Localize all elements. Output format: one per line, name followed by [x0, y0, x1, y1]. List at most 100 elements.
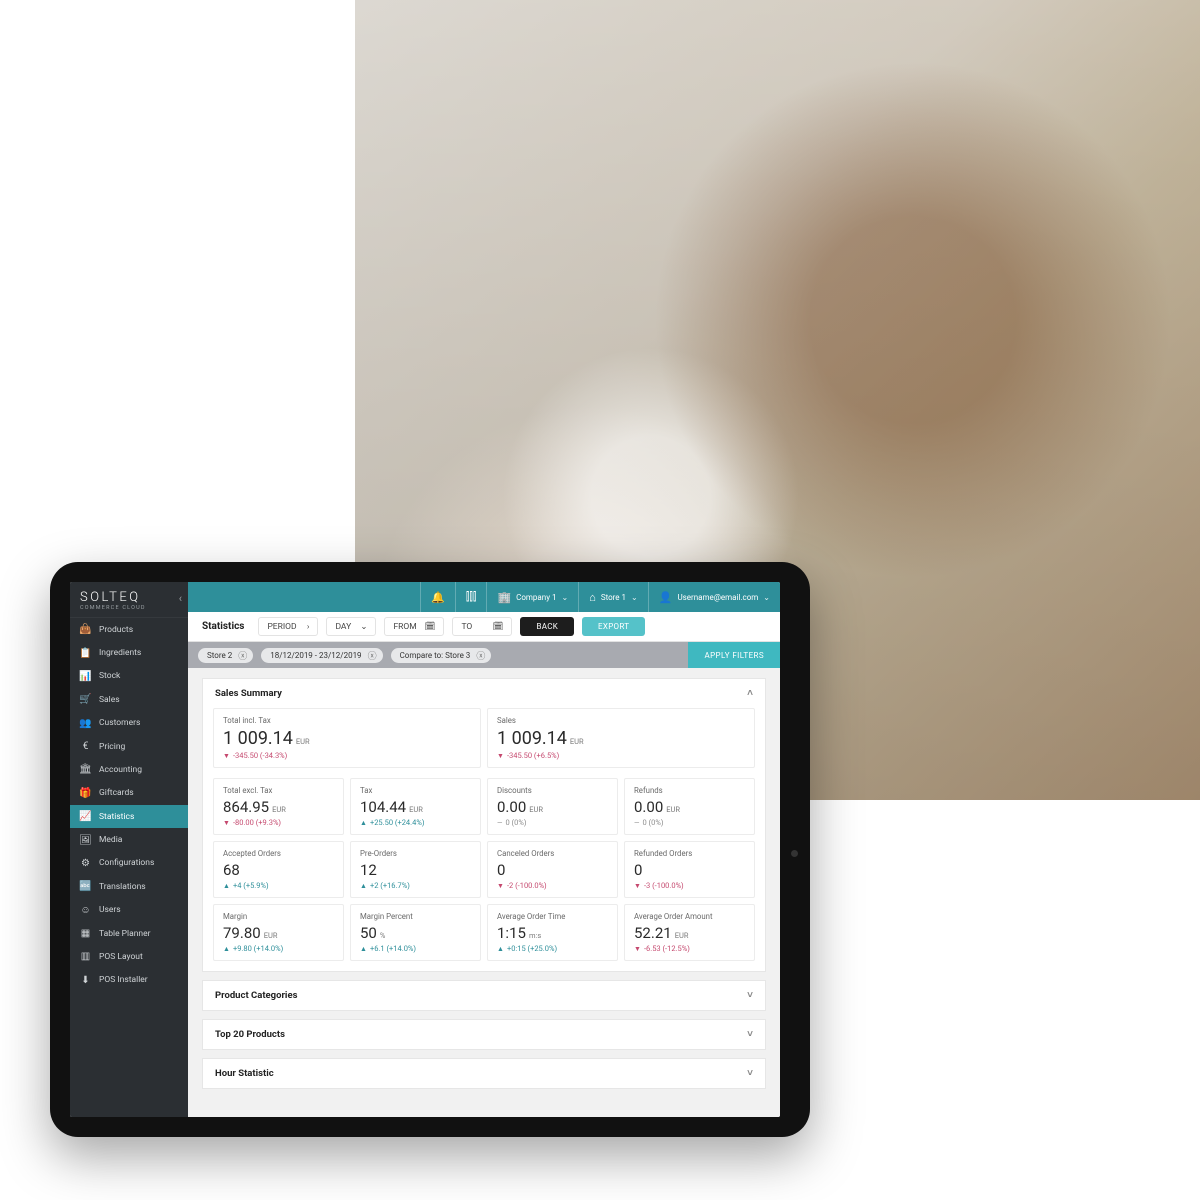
day-selector[interactable]: DAY ⌄: [326, 617, 376, 636]
sales-summary-header[interactable]: Sales Summary ˄: [203, 679, 765, 708]
filter-chip[interactable]: 18/12/2019 - 23/12/2019 ⓧ: [261, 648, 382, 663]
filter-chip-label: Store 2: [207, 651, 232, 660]
sidebar-item-label: Configurations: [99, 858, 154, 868]
sidebar-item-media[interactable]: 🖼Media: [70, 828, 188, 851]
panel-title: Top 20 Products: [215, 1029, 285, 1040]
metric-delta: ▲ +6.1 (+14.0%): [360, 944, 471, 953]
from-date-field[interactable]: FROM 🗓: [384, 617, 444, 636]
metric-label: Discounts: [497, 786, 608, 795]
sidebar-item-accounting[interactable]: 🏛Accounting: [70, 758, 188, 781]
sidebar-item-label: Users: [99, 905, 121, 915]
period-selector[interactable]: PERIOD ›: [258, 617, 318, 636]
sidebar-item-stock[interactable]: 📊Stock: [70, 665, 188, 688]
notifications-button[interactable]: 🔔: [420, 582, 455, 612]
filter-chip-label: 18/12/2019 - 23/12/2019: [270, 651, 361, 660]
triangle-down-icon: ▼: [634, 882, 641, 890]
tableplanner-icon: ▦: [80, 928, 91, 939]
metric-value: 1:15m:s: [497, 924, 608, 942]
sidebar-item-table-planner[interactable]: ▦Table Planner: [70, 922, 188, 945]
sidebar-item-label: Giftcards: [99, 788, 134, 798]
metric-card: Tax 104.44EUR ▲ +25.50 (+24.4%): [350, 778, 481, 835]
back-button[interactable]: BACK: [520, 617, 574, 636]
filter-chip[interactable]: Store 2 ⓧ: [198, 648, 253, 663]
metric-card: Accepted Orders68▲ +4 (+5.9%): [213, 841, 344, 898]
metric-delta: ▲ +25.50 (+24.4%): [360, 818, 471, 827]
metric-label: Average Order Time: [497, 912, 608, 921]
metric-label: Accepted Orders: [223, 849, 334, 858]
sidebar-item-users[interactable]: ☺Users: [70, 899, 188, 922]
metric-delta: ▲ +0:15 (+25.0%): [497, 944, 608, 953]
sidebar-nav: 👜Products📋Ingredients📊Stock🛒Sales👥Custom…: [70, 618, 188, 1117]
sidebar-item-label: Pricing: [99, 742, 125, 752]
page-title: Statistics: [188, 621, 258, 632]
metric-value: 52.21EUR: [634, 924, 745, 942]
sidebar-item-label: Statistics: [99, 812, 134, 822]
panel-header[interactable]: Product Categories˅: [203, 981, 765, 1010]
sidebar-item-giftcards[interactable]: 🎁 Giftcards: [70, 782, 188, 805]
sidebar-item-sales[interactable]: 🛒Sales: [70, 688, 188, 711]
filter-chip[interactable]: Compare to: Store 3ⓧ: [391, 648, 492, 663]
sidebar-item-label: Translations: [99, 882, 146, 892]
collapsed-panel: Top 20 Products˅: [202, 1019, 766, 1050]
sidebar-item-customers[interactable]: 👥Customers: [70, 712, 188, 735]
metric-label: Average Order Amount: [634, 912, 745, 921]
metric-card: Refunds0.00EUR— 0 (0%): [624, 778, 755, 835]
tablet-frame: SOLTEQ COMMERCE CLOUD ‹ 👜Products📋Ingred…: [50, 562, 810, 1137]
store-selector[interactable]: ⌂ Store 1 ⌄: [578, 582, 648, 612]
apply-filters-button[interactable]: APPLY FILTERS: [688, 642, 780, 668]
metric-value: 0.00EUR: [497, 798, 608, 816]
triangle-down-icon: ▼: [497, 882, 504, 890]
cart-icon: 🛒: [80, 694, 91, 705]
metric-label: Margin Percent: [360, 912, 471, 921]
sidebar-item-ingredients[interactable]: 📋Ingredients: [70, 641, 188, 664]
sales-summary-panel: Sales Summary ˄ Total incl. Tax1 009.14E…: [202, 678, 766, 972]
company-selector[interactable]: 🏢 Company 1 ⌄: [486, 582, 578, 612]
metric-card: Sales1 009.14EUR▼ -345.50 (+6.5%): [487, 708, 755, 768]
tablet-camera: [791, 850, 798, 857]
metric-card: Margin79.80EUR▲ +9.80 (+14.0%): [213, 904, 344, 961]
metric-label: Pre-Orders: [360, 849, 471, 858]
bag-icon: 👜: [80, 624, 91, 635]
stock-icon: 📊: [80, 671, 91, 682]
dash-icon: —: [497, 819, 502, 827]
close-icon[interactable]: ⓧ: [238, 649, 247, 662]
close-icon[interactable]: ⓧ: [476, 649, 485, 662]
sidebar-item-products[interactable]: 👜Products: [70, 618, 188, 641]
metric-value: 50%: [360, 924, 471, 942]
sidebar-item-pos-installer[interactable]: ⬇POS Installer: [70, 969, 188, 992]
company-label: Company 1: [516, 593, 556, 602]
sidebar-item-translations[interactable]: 🔤Translations: [70, 875, 188, 898]
to-date-field[interactable]: TO 🗓: [452, 617, 512, 636]
panel-header[interactable]: Hour Statistic˅: [203, 1059, 765, 1088]
configurations-icon: ⚙: [80, 858, 91, 869]
metric-label: Tax: [360, 786, 471, 795]
sidebar-collapse-icon[interactable]: ‹: [179, 592, 182, 605]
giftcards-icon: 🎁: [80, 788, 91, 799]
export-button[interactable]: EXPORT: [582, 617, 645, 636]
store-label: Store 1: [601, 593, 626, 602]
sidebar-item-label: Accounting: [99, 765, 142, 775]
dash-icon: —: [634, 819, 639, 827]
sidebar-item-statistics[interactable]: 📈Statistics: [70, 805, 188, 828]
sidebar-item-label: POS Installer: [99, 975, 148, 985]
sidebar-item-pricing[interactable]: €Pricing: [70, 735, 188, 758]
metric-card: Refunded Orders0▼ -3 (-100.0%): [624, 841, 755, 898]
poslayout-icon: ▥: [80, 951, 91, 962]
sidebar-item-configurations[interactable]: ⚙ Configurations: [70, 852, 188, 875]
day-label: DAY: [335, 622, 351, 632]
metric-label: Refunded Orders: [634, 849, 745, 858]
sidebar-item-pos-layout[interactable]: ▥POS Layout: [70, 945, 188, 968]
chevron-right-icon: ›: [307, 622, 310, 632]
sidebar-item-label: Customers: [99, 718, 140, 728]
metric-label: Sales: [497, 716, 745, 725]
barcode-button[interactable]: ⫿⫿⫿: [455, 582, 487, 612]
metric-card: Discounts0.00EUR— 0 (0%): [487, 778, 618, 835]
user-menu[interactable]: 👤 Username@email.com ⌄: [648, 582, 780, 612]
content-scroll[interactable]: Sales Summary ˄ Total incl. Tax1 009.14E…: [188, 668, 780, 1117]
panel-header[interactable]: Top 20 Products˅: [203, 1020, 765, 1049]
metric-delta: ▲ +9.80 (+14.0%): [223, 944, 334, 953]
close-icon[interactable]: ⓧ: [368, 649, 377, 662]
chevron-down-icon: ˅: [747, 1068, 753, 1079]
metric-value: 104.44EUR: [360, 798, 471, 816]
metric-label: Refunds: [634, 786, 745, 795]
